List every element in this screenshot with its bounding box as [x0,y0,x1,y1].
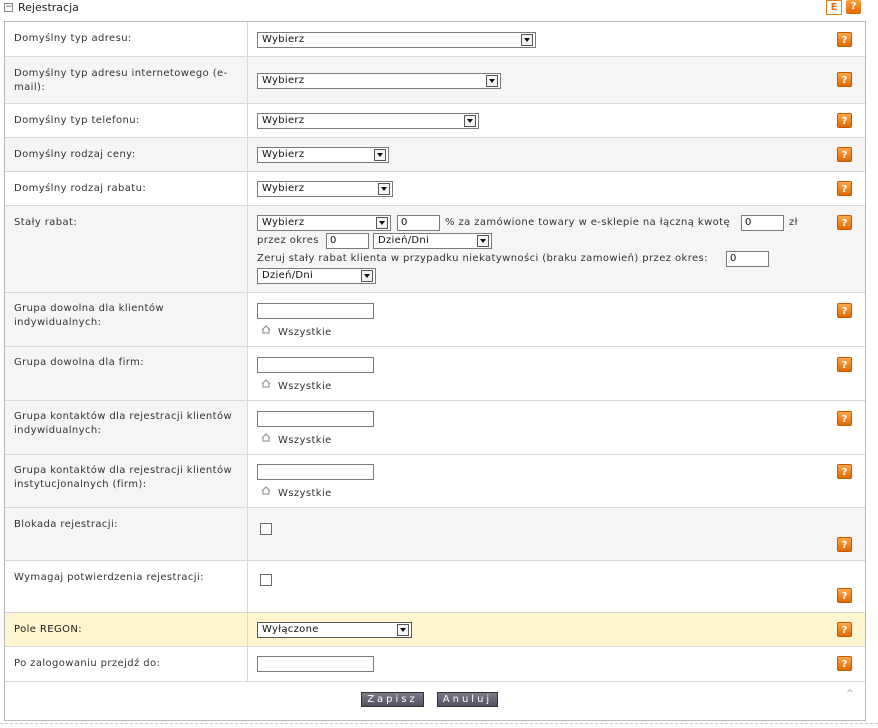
edit-icon[interactable]: E [826,0,842,15]
chevron-down-icon [374,149,386,161]
help-icon[interactable]: ? [837,72,852,87]
registration-form: Domyślny typ adresu: Wybierz ? Domyślny … [4,21,866,721]
section-title: Rejestracja [18,1,79,14]
chevron-down-icon [477,235,489,247]
row-address-type: Domyślny typ adresu: Wybierz ? [5,22,865,57]
fixed-discount-label: Stały rabat: [14,217,78,228]
reset-unit-select[interactable]: Dzień/Dni [257,268,376,284]
help-icon[interactable]: ? [846,0,861,14]
phone-type-label: Domyślny typ telefonu: [14,115,140,126]
price-type-select[interactable]: Wybierz [257,147,389,163]
help-icon[interactable]: ? [837,181,852,196]
email-type-label: Domyślny typ adresu internetowego (e-mai… [14,68,228,93]
row-contacts-individual: Grupa kontaktów dla rejestracji klientów… [5,401,865,455]
address-type-select[interactable]: Wybierz [257,32,536,48]
contacts-institutional-input[interactable] [257,464,374,480]
row-contacts-institutional: Grupa kontaktów dla rejestracji klientów… [5,455,865,508]
help-icon[interactable]: ? [837,303,852,318]
discount-amount-input[interactable]: 0 [741,215,784,231]
row-price-type: Domyślny rodzaj ceny: Wybierz ? [5,138,865,172]
row-email-type: Domyślny typ adresu internetowego (e-mai… [5,57,865,104]
after-login-label: Po zalogowaniu przejdź do: [14,658,161,669]
group-companies-input[interactable] [257,357,374,373]
currency-label: zł [789,217,798,228]
scroll-top-icon[interactable]: ^ [846,689,854,699]
help-icon[interactable]: ? [837,215,852,230]
row-fixed-discount: Stały rabat: Wybierz 0 % za zamówione to… [5,206,865,293]
row-discount-type: Domyślny rodzaj rabatu: Wybierz ? [5,172,865,206]
discount-type-select[interactable]: Wybierz [257,181,393,197]
group-companies-all-link[interactable]: Wszystkie [278,381,332,392]
help-icon[interactable]: ? [837,147,852,162]
help-icon[interactable]: ? [837,113,852,128]
row-regon: Pole REGON: Wyłączone ? [5,613,865,647]
block-registration-checkbox[interactable] [260,523,272,535]
help-icon[interactable]: ? [837,588,852,603]
email-type-select[interactable]: Wybierz [257,73,501,89]
row-require-confirmation: Wymagaj potwierdzenia rejestracji: ? [5,561,865,613]
row-group-individual: Grupa dowolna dla klientów indywidualnyc… [5,293,865,347]
chevron-down-icon [378,183,390,195]
help-icon[interactable]: ? [837,537,852,552]
row-after-login: Po zalogowaniu przejdź do: ? [5,647,865,682]
require-confirmation-label: Wymagaj potwierdzenia rejestracji: [14,572,204,583]
require-confirmation-checkbox[interactable] [260,574,272,586]
regon-select[interactable]: Wyłączone [257,622,412,638]
period-input[interactable]: 0 [326,233,369,249]
help-icon[interactable]: ? [837,357,852,372]
home-icon [261,325,271,334]
discount-percent-text: % za zamówione towary w e-sklepie na łąc… [445,217,731,228]
group-individual-input[interactable] [257,303,374,319]
after-login-input[interactable] [257,656,374,672]
phone-type-select[interactable]: Wybierz [257,113,479,129]
help-icon[interactable]: ? [837,622,852,637]
period-unit-select[interactable]: Dzień/Dni [373,233,492,249]
contacts-institutional-label: Grupa kontaktów dla rejestracji klientów… [14,465,233,490]
reset-text: Zeruj stały rabat klienta w przypadku ni… [257,253,708,264]
row-block-registration: Blokada rejestracji: ? [5,508,865,561]
home-icon [261,486,271,495]
help-icon[interactable]: ? [837,656,852,671]
section-header: − Rejestracja E ? [0,0,878,16]
help-icon[interactable]: ? [837,464,852,479]
home-icon [261,379,271,388]
group-companies-label: Grupa dowolna dla firm: [14,357,145,368]
chevron-down-icon [397,624,409,636]
cancel-button[interactable]: Anuluj [437,692,498,707]
group-individual-label: Grupa dowolna dla klientów indywidualnyc… [14,303,164,328]
help-icon[interactable]: ? [837,411,852,426]
price-type-label: Domyślny rodzaj ceny: [14,149,136,160]
chevron-down-icon [464,115,476,127]
contacts-institutional-all-link[interactable]: Wszystkie [278,488,332,499]
divider [0,723,878,724]
chevron-down-icon [376,217,388,229]
save-button[interactable]: Zapisz [361,692,424,707]
home-icon [261,433,271,442]
contacts-individual-label: Grupa kontaktów dla rejestracji klientów… [14,411,233,436]
group-individual-all-link[interactable]: Wszystkie [278,327,332,338]
block-registration-label: Blokada rejestracji: [14,519,118,530]
reset-period-input[interactable]: 0 [726,251,769,267]
discount-type-label: Domyślny rodzaj rabatu: [14,183,147,194]
chevron-down-icon [521,34,533,46]
chevron-down-icon [486,75,498,87]
row-phone-type: Domyślny typ telefonu: Wybierz ? [5,104,865,138]
address-type-label: Domyślny typ adresu: [14,33,132,44]
fixed-discount-select[interactable]: Wybierz [257,215,391,231]
regon-label: Pole REGON: [14,624,83,635]
row-group-companies: Grupa dowolna dla firm: Wszystkie ? [5,347,865,401]
period-text: przez okres [257,235,319,246]
discount-percent-input[interactable]: 0 [397,215,440,231]
contacts-individual-input[interactable] [257,411,374,427]
help-icon[interactable]: ? [837,32,852,47]
contacts-individual-all-link[interactable]: Wszystkie [278,435,332,446]
chevron-down-icon [361,270,373,282]
collapse-toggle[interactable]: − [4,3,13,12]
